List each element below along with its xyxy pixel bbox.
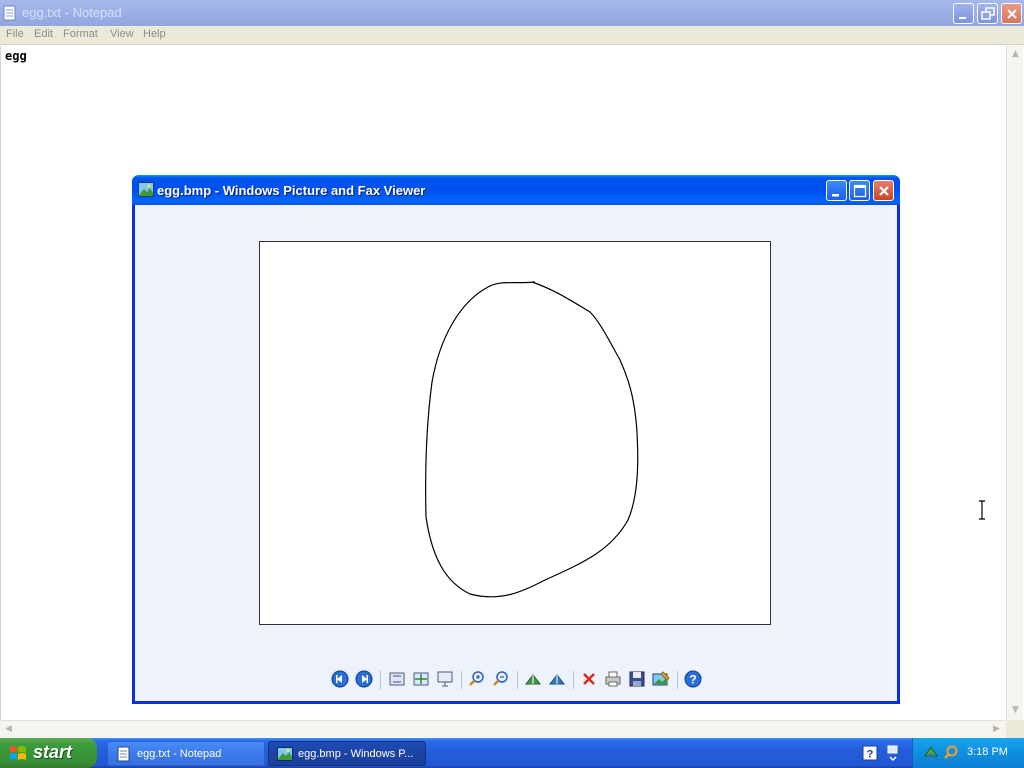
notepad-minimize-button[interactable] [953,3,974,24]
toolbar-separator [461,671,462,689]
menu-file[interactable]: File [6,28,24,40]
minimize-icon [832,194,839,197]
system-tray: 3:18 PM [912,738,1024,768]
delete-icon[interactable] [579,669,599,689]
viewer-close-button[interactable] [873,180,894,201]
open-for-editing-icon[interactable] [651,669,671,689]
close-icon [879,186,889,196]
viewer-maximize-button[interactable] [849,180,870,201]
notepad-horizontal-scrollbar[interactable]: ◀ ▶ [0,720,1006,737]
svg-text:?: ? [867,749,874,761]
viewer-toolbar: ? [325,667,715,695]
viewer-title: egg.bmp - Windows Picture and Fax Viewer [157,183,426,198]
start-label: start [33,742,73,762]
toolbar-separator [380,671,381,689]
actual-size-icon[interactable] [411,669,431,689]
egg-drawing [425,281,639,598]
clock[interactable]: 3:18 PM [967,746,1008,758]
taskbar-button-picture-viewer[interactable]: egg.bmp - Windows P... [268,741,426,766]
help-tray-icon[interactable]: ? [862,745,878,761]
picture-viewer-icon [138,182,154,197]
notepad-restore-button[interactable] [977,3,998,24]
menu-edit[interactable]: Edit [34,28,53,40]
scroll-down-icon[interactable]: ▼ [1007,702,1024,719]
toolbar-separator [517,671,518,689]
next-image-icon[interactable] [354,669,374,689]
close-icon [1007,9,1017,19]
svg-text:?: ? [689,673,696,687]
scroll-right-icon[interactable]: ▶ [988,721,1005,738]
taskbar-button-label: egg.bmp - Windows P... [298,748,414,760]
text-cursor-icon [979,500,985,520]
picture-viewer-icon [277,747,293,761]
notepad-icon [3,5,16,21]
notepad-title-bar[interactable]: egg.txt - Notepad [0,0,1024,26]
previous-image-icon[interactable] [330,669,350,689]
toolbar-separator [573,671,574,689]
search-tray-icon[interactable] [943,744,959,760]
zoom-in-icon[interactable] [467,669,487,689]
slideshow-icon[interactable] [435,669,455,689]
rotate-clockwise-icon[interactable] [523,669,543,689]
taskbar: start egg.txt - Notepad egg.bmp - Window… [0,738,1024,768]
best-fit-icon[interactable] [387,669,407,689]
windows-logo-icon [10,746,26,760]
show-hidden-icons-icon[interactable] [885,744,901,762]
rotate-counterclockwise-icon[interactable] [547,669,567,689]
viewer-title-bar[interactable]: egg.bmp - Windows Picture and Fax Viewer [132,175,900,205]
scroll-left-icon[interactable]: ◀ [0,721,17,738]
print-icon[interactable] [603,669,623,689]
network-icon[interactable] [923,744,939,760]
picture-viewer-window[interactable]: egg.bmp - Windows Picture and Fax Viewer [132,175,900,704]
viewer-client-area: ? [135,205,897,701]
start-button[interactable]: start [0,738,97,768]
taskbar-button-label: egg.txt - Notepad [137,748,222,760]
scroll-up-icon[interactable]: ▲ [1007,46,1024,63]
toolbar-separator [677,671,678,689]
viewer-minimize-button[interactable] [826,180,847,201]
help-icon[interactable]: ? [683,669,703,689]
notepad-vertical-scrollbar[interactable]: ▲ ▼ [1006,46,1023,720]
taskbar-button-notepad[interactable]: egg.txt - Notepad [107,741,265,766]
save-icon[interactable] [627,669,647,689]
menu-format[interactable]: Format [63,28,98,40]
notepad-title: egg.txt - Notepad [22,5,122,20]
menu-help[interactable]: Help [143,28,166,40]
notepad-content: egg [5,49,27,63]
minimize-icon [959,17,966,19]
notepad-close-button[interactable] [1001,3,1022,24]
maximize-icon [853,184,867,198]
restore-icon [981,7,995,20]
notepad-menu-bar: File Edit Format View Help [0,26,1024,45]
notepad-size-grip[interactable] [1006,720,1024,738]
displayed-image [259,241,771,625]
menu-view[interactable]: View [110,28,134,40]
notepad-icon [117,746,130,762]
zoom-out-icon[interactable] [491,669,511,689]
